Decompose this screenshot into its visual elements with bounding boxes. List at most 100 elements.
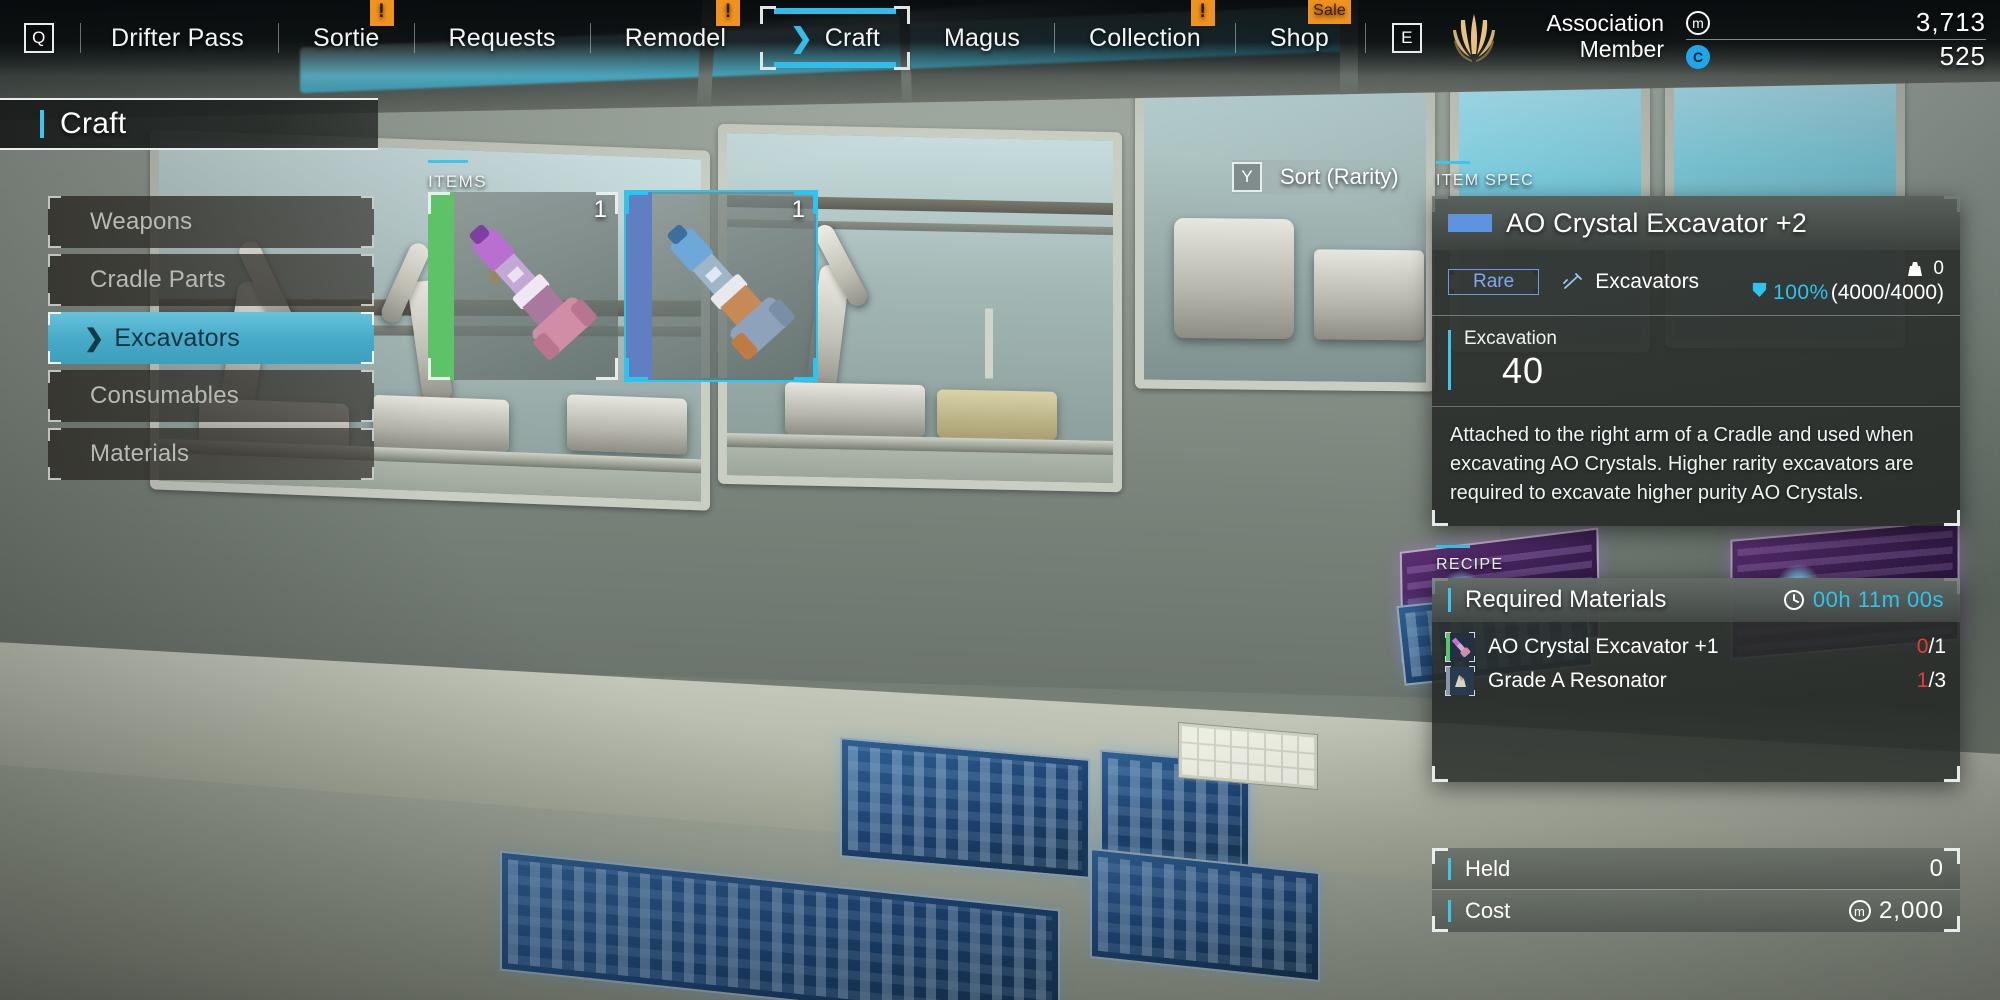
sort-hint-label: Sort (Rarity) [1280,164,1399,189]
material-name: Grade A Resonator [1488,669,1667,692]
material-have: 1 [1916,669,1929,692]
nav-separator [1234,23,1236,53]
nav-item-drifter-pass[interactable]: Drifter Pass [111,24,244,53]
craft-time: 00h 11m 00s [1783,587,1944,613]
sidebar-item-cradle-parts[interactable]: Cradle Parts [48,254,374,306]
stock-count: 0 [1933,258,1944,279]
nav-item-requests[interactable]: Requests [449,24,556,53]
sidebar-item-label: Consumables [90,382,239,409]
nav-item-shop[interactable]: Shop Sale [1269,0,1351,53]
nav-item-craft[interactable]: ❯ Craft [756,0,914,76]
item-tile-selected[interactable]: 1 [624,190,818,382]
chevron-right-icon: ❯ [84,324,105,352]
stat-name: Excavation [1464,328,1557,349]
item-spec-panel: AO Crystal Excavator +2 Rare Excavators … [1432,196,1960,526]
nav-separator [413,23,415,53]
nav-separator [277,23,279,53]
premium-currency-value: 525 [1939,41,1986,71]
held-value: 0 [1929,854,1944,882]
account-rank-line2: Member [1579,36,1664,62]
items-section-label: ITEMS [428,160,487,191]
durability-absolute: (4000/4000) [1830,281,1944,304]
rarity-badge: Rare [1448,268,1540,295]
game-screen: Q Drifter Pass Sortie ! Requests Remodel… [0,0,2000,1000]
sidebar-item-label: Excavators [114,323,240,352]
key-hint-e[interactable]: E [1392,23,1422,53]
currency-panel: m 3,713 C 525 [1686,7,1986,71]
required-materials-header: Required Materials 00h 11m 00s [1432,578,1960,622]
material-row: Grade A Resonator 1/3 [1445,664,1946,698]
nav-separator [1365,23,1366,53]
nav-separator [1054,23,1056,53]
sidebar-item-consumables[interactable]: Consumables [48,370,374,422]
nav-label: Shop [1269,23,1329,52]
chevron-right-icon: ❯ [790,22,813,53]
durability-row: 100% (4000/4000) [1751,280,1944,305]
item-spec-meta: Rare Excavators 0 100% (4000/4000) [1432,250,1960,316]
material-quantity: 1/3 [1917,669,1946,693]
item-spec-header: AO Crystal Excavator +2 [1432,196,1960,250]
sidebar-item-weapons[interactable]: Weapons [48,196,374,248]
sidebar-item-label: Materials [90,440,190,467]
required-materials-title: Required Materials [1465,586,1667,613]
sidebar-item-excavators[interactable]: ❯ Excavators [48,312,374,364]
material-quantity: 0/1 [1917,635,1946,659]
credits-icon: m [1686,10,1710,35]
nav-item-magus[interactable]: Magus [944,24,1020,53]
nav-item-sortie[interactable]: Sortie ! [312,0,394,53]
association-emblem-icon [1448,10,1500,66]
title-accent [40,110,44,138]
storage-box-icon [1908,262,1923,276]
nav-label: Requests [448,23,556,52]
material-icon-resonator [1445,666,1475,696]
nav-item-collection[interactable]: Collection ! [1089,0,1215,53]
sidebar-item-label: Cradle Parts [90,266,226,293]
nav-item-remodel[interactable]: Remodel ! [625,0,741,53]
currency-row-premium: C 525 [1686,41,1986,71]
material-icon-excavator [1445,632,1475,662]
nav-label: Craft [824,23,880,52]
item-name: AO Crystal Excavator +2 [1506,207,1807,238]
category-sidebar: Weapons Cradle Parts ❯ Excavators Consum… [48,196,374,486]
top-navigation-bar: Q Drifter Pass Sortie ! Requests Remodel… [0,0,2000,76]
item-tile[interactable]: 1 [428,192,618,380]
nav-separator [589,23,591,53]
nav-separator [80,23,81,53]
durability-block: 0 100% (4000/4000) [1751,258,1944,305]
cost-value-wrap: m 2,000 [1848,897,1944,925]
craft-time-value: 00h 11m 00s [1812,587,1944,612]
rarity-label: Rare [1473,270,1515,292]
notification-badge: ! [716,0,741,26]
recipe-section-label: RECIPE [1436,545,1504,573]
materials-list: AO Crystal Excavator +1 0/1 Grade A Reso… [1432,622,1960,782]
divider [1686,39,1986,40]
material-need: /1 [1928,635,1946,658]
notification-badge: ! [1190,0,1215,26]
nav-label: Collection [1089,23,1201,52]
page-title-text: Craft [60,107,127,140]
sidebar-item-materials[interactable]: Materials [48,428,374,480]
currency-row-credits: m 3,713 [1686,7,1986,37]
nav-label: Sortie [312,23,380,52]
rarity-chip [1448,214,1492,232]
sort-hint[interactable]: Y Sort (Rarity) [1232,160,1417,194]
account-rank-line1: Association [1546,10,1664,36]
row-accent [1448,900,1451,922]
premium-currency-icon: C [1686,44,1710,69]
items-grid: 1 1 [428,190,818,382]
cost-row: Cost m 2,000 [1432,890,1960,932]
excavator-icon [1561,272,1585,292]
item-spec-section-label: ITEM SPEC [1436,161,1534,189]
material-need: /3 [1928,669,1946,692]
window-right [1135,58,1435,392]
row-accent [1448,857,1451,880]
material-have: 0 [1916,635,1929,658]
nav-label: Drifter Pass [111,23,244,52]
clock-icon [1783,590,1804,610]
key-hint-q[interactable]: Q [24,23,54,53]
held-label: Held [1465,855,1511,881]
credits-icon: m [1848,900,1871,922]
cost-label: Cost [1465,898,1511,923]
item-category: Excavators [1595,269,1700,293]
active-tab-bar-top [774,8,896,14]
